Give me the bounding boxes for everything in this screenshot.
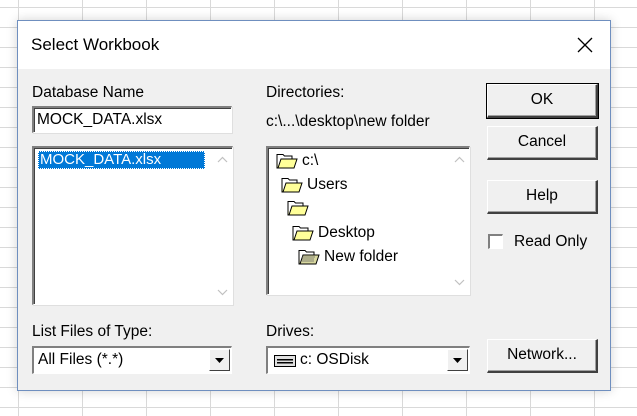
- close-icon: [577, 37, 593, 53]
- directories-label: Directories:: [266, 84, 345, 101]
- dialog-title: Select Workbook: [31, 35, 160, 54]
- read-only-checkbox[interactable]: [488, 234, 503, 249]
- scroll-up-icon[interactable]: [217, 156, 228, 163]
- dir-item-user[interactable]: [287, 200, 313, 216]
- drive-icon: [274, 355, 296, 367]
- close-button[interactable]: [568, 28, 602, 62]
- database-name-label: Database Name: [32, 84, 145, 101]
- dropdown-arrow-icon: [215, 358, 224, 363]
- open-folder-icon: [298, 250, 320, 265]
- database-name-value: MOCK_DATA.xlsx: [37, 111, 163, 128]
- dir-item-users[interactable]: Users: [281, 176, 347, 194]
- dir-label: Users: [307, 176, 348, 193]
- scroll-up-icon[interactable]: [454, 156, 465, 163]
- read-only-label[interactable]: Read Only: [514, 233, 587, 251]
- scroll-down-icon[interactable]: [217, 289, 228, 296]
- open-folder-icon: [276, 154, 298, 169]
- directory-tree[interactable]: c:\ Users Desktop New folder: [266, 146, 470, 295]
- ok-button[interactable]: OK: [486, 83, 599, 119]
- drives-dropdown-button[interactable]: [447, 349, 468, 371]
- database-name-input[interactable]: MOCK_DATA.xlsx: [32, 106, 232, 133]
- file-list[interactable]: MOCK_DATA.xlsx: [32, 146, 233, 305]
- dir-label: c:\: [302, 152, 319, 169]
- file-type-select[interactable]: All Files (*.*): [32, 346, 232, 374]
- dir-item-new-folder[interactable]: New folder: [298, 248, 398, 266]
- scroll-down-icon[interactable]: [454, 279, 465, 286]
- open-folder-icon: [281, 178, 303, 193]
- cancel-button[interactable]: Cancel: [487, 126, 598, 160]
- dir-label: Desktop: [318, 224, 375, 241]
- dir-label: New folder: [324, 248, 399, 265]
- file-type-label: List Files of Type:: [32, 323, 153, 340]
- dropdown-arrow-icon: [453, 358, 462, 363]
- current-path: c:\...\desktop\new folder: [266, 113, 430, 130]
- directory-scrollbar[interactable]: [451, 149, 468, 293]
- file-type-dropdown-button[interactable]: [209, 349, 230, 371]
- drives-value: c: OSDisk: [300, 351, 369, 368]
- network-button[interactable]: Network...: [487, 339, 598, 373]
- open-folder-icon: [292, 226, 314, 241]
- file-list-scrollbar[interactable]: [214, 149, 231, 303]
- open-folder-icon: [287, 201, 309, 216]
- file-type-value: All Files (*.*): [38, 351, 124, 368]
- dir-item-c[interactable]: c:\: [276, 152, 318, 170]
- drives-label: Drives:: [266, 323, 315, 340]
- help-button[interactable]: Help: [487, 180, 598, 214]
- title-bar: Select Workbook: [18, 21, 610, 69]
- drives-select[interactable]: c: OSDisk: [266, 346, 470, 374]
- dir-item-desktop[interactable]: Desktop: [292, 224, 375, 242]
- select-workbook-dialog: Select Workbook Database Name MOCK_DATA.…: [17, 20, 611, 391]
- file-list-item[interactable]: MOCK_DATA.xlsx: [38, 151, 205, 169]
